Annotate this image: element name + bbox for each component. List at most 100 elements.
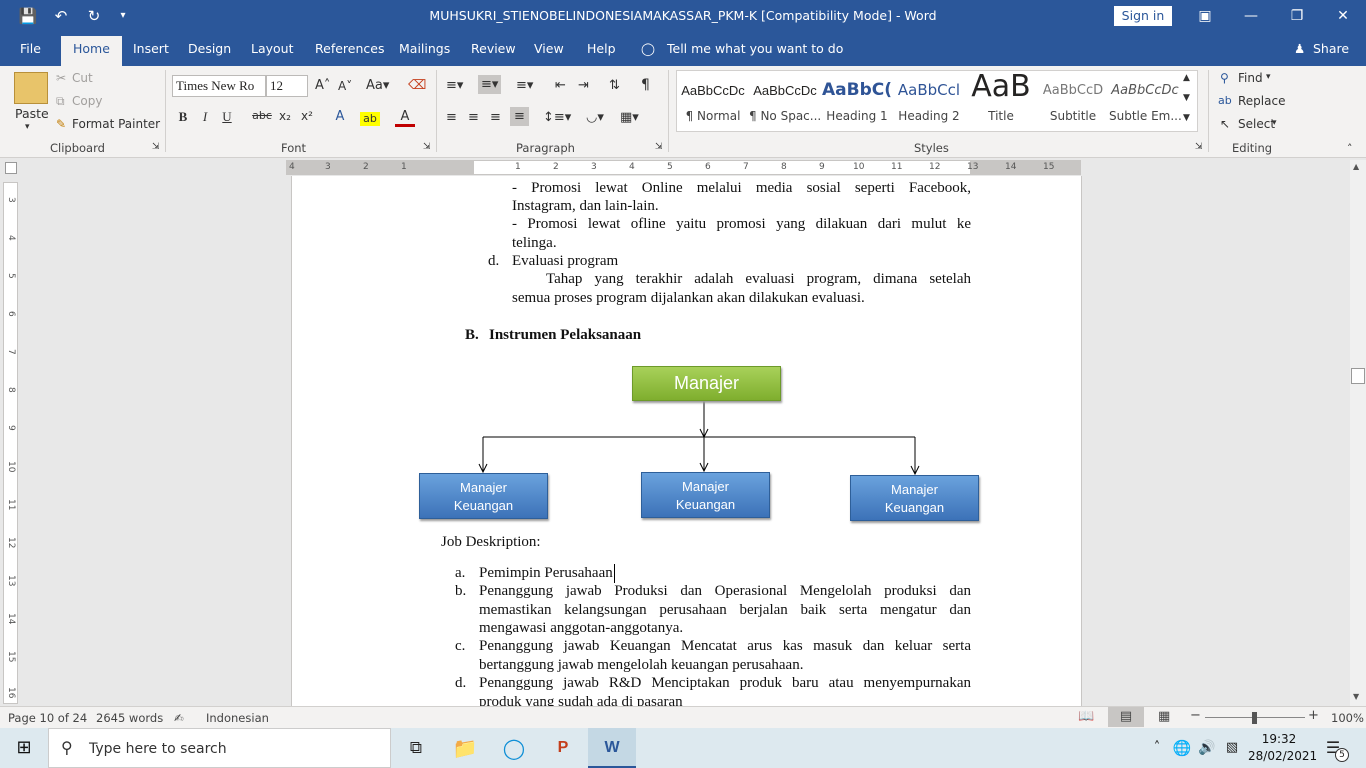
styles-launcher-icon[interactable]: ⇲ xyxy=(1195,142,1203,152)
zoom-out-icon[interactable]: − xyxy=(1190,708,1201,723)
print-layout-icon[interactable]: ▤ xyxy=(1108,707,1144,727)
shading-icon[interactable]: ◡▾ xyxy=(586,110,604,125)
task-view-icon[interactable]: ⧉ xyxy=(392,728,440,768)
tab-review[interactable]: Review xyxy=(471,41,516,56)
powerpoint-icon[interactable]: P xyxy=(539,728,587,768)
replace-button[interactable]: Replace xyxy=(1238,94,1285,108)
justify-icon[interactable]: ≡ xyxy=(510,107,529,126)
scroll-up-icon[interactable]: ▲ xyxy=(1353,162,1359,171)
replace-icon[interactable]: ab xyxy=(1218,94,1232,107)
increase-indent-icon[interactable]: ⇥ xyxy=(578,78,589,93)
paste-button[interactable]: Paste xyxy=(15,106,49,121)
align-left-icon[interactable]: ≡ xyxy=(446,110,457,125)
select-button[interactable]: Select xyxy=(1238,117,1275,131)
clear-formatting-icon[interactable]: ⌫ xyxy=(408,78,426,93)
format-painter-button[interactable]: Format Painter xyxy=(72,117,160,131)
network-icon[interactable]: 🌐 xyxy=(1170,728,1194,768)
zoom-in-icon[interactable]: + xyxy=(1308,708,1319,723)
word-count[interactable]: 2645 words xyxy=(96,711,163,725)
file-explorer-icon[interactable]: 📁 xyxy=(441,728,489,768)
underline-icon[interactable]: U xyxy=(217,109,237,125)
zoom-level[interactable]: 100% xyxy=(1331,711,1364,725)
styles-scroll-down-icon[interactable]: ▼ xyxy=(1183,93,1190,103)
style-title[interactable]: AaB Title xyxy=(965,69,1037,131)
edge-icon[interactable]: ◯ xyxy=(490,728,538,768)
font-name-input[interactable]: Times New Ro xyxy=(172,75,266,97)
clipboard-launcher-icon[interactable]: ⇲ xyxy=(152,142,160,152)
clock-date[interactable]: 28/02/2021 xyxy=(1248,749,1317,763)
decrease-indent-icon[interactable]: ⇤ xyxy=(555,78,566,93)
select-dropdown-icon[interactable]: ▾ xyxy=(1272,118,1277,128)
tab-selector[interactable] xyxy=(5,162,17,174)
line-spacing-icon[interactable]: ↕≡▾ xyxy=(543,110,571,125)
scroll-thumb[interactable] xyxy=(1351,368,1365,384)
change-case-icon[interactable]: Aa▾ xyxy=(366,78,389,93)
select-icon[interactable]: ↖ xyxy=(1220,117,1230,131)
display-icon[interactable]: ▧ xyxy=(1220,728,1244,768)
style-heading-2[interactable]: AaBbCcl Heading 2 xyxy=(893,71,965,131)
read-mode-icon[interactable]: 📖 xyxy=(1078,709,1094,724)
horizontal-ruler[interactable]: 4 3 2 1 1 2 3 4 5 6 7 8 9 10 11 12 13 14… xyxy=(286,160,1081,175)
subscript-icon[interactable]: x₂ xyxy=(275,109,295,123)
word-icon[interactable]: W xyxy=(588,728,636,768)
org-node-manajer-keuangan[interactable]: Manajer Keuangan xyxy=(419,473,548,519)
tab-references[interactable]: References xyxy=(315,41,384,56)
find-button[interactable]: Find xyxy=(1238,71,1263,85)
text-effects-icon[interactable]: A xyxy=(330,109,350,124)
numbering-icon[interactable]: ≡▾ xyxy=(478,75,502,94)
proofing-icon[interactable]: ✍ xyxy=(174,711,184,725)
restore-icon[interactable]: ❐ xyxy=(1274,0,1320,32)
highlight-icon[interactable]: ab xyxy=(360,112,380,126)
style-heading-1[interactable]: AaBbC( Heading 1 xyxy=(821,71,893,131)
paragraph-launcher-icon[interactable]: ⇲ xyxy=(655,142,663,152)
grow-font-icon[interactable]: A˄ xyxy=(315,78,330,93)
font-launcher-icon[interactable]: ⇲ xyxy=(423,142,431,152)
tell-me-search[interactable]: Tell me what you want to do xyxy=(667,41,843,56)
bold-icon[interactable]: B xyxy=(173,109,193,125)
zoom-slider-thumb[interactable] xyxy=(1252,712,1257,724)
collapse-ribbon-icon[interactable]: ˄ xyxy=(1347,142,1353,155)
document-page[interactable]: - Promosi lewat Online melalui media sos… xyxy=(291,176,1082,706)
scroll-down-icon[interactable]: ▼ xyxy=(1353,692,1359,701)
share-icon[interactable]: ♟ xyxy=(1294,41,1305,56)
styles-scroll-up-icon[interactable]: ▲ xyxy=(1183,73,1190,83)
vertical-ruler[interactable]: 3 4 5 6 7 8 9 10 11 12 13 14 15 16 xyxy=(3,182,18,704)
paste-icon[interactable] xyxy=(14,72,48,104)
borders-icon[interactable]: ▦▾ xyxy=(620,110,639,125)
tab-help[interactable]: Help xyxy=(587,41,616,56)
strikethrough-icon[interactable]: abc xyxy=(252,109,272,122)
language-indicator[interactable]: Indonesian xyxy=(206,711,269,725)
ribbon-display-icon[interactable]: ▣ xyxy=(1182,0,1228,32)
font-size-input[interactable]: 12 xyxy=(266,75,308,97)
italic-icon[interactable]: I xyxy=(195,109,215,125)
tab-insert[interactable]: Insert xyxy=(133,41,169,56)
org-node-manajer-keuangan[interactable]: Manajer Keuangan xyxy=(850,475,979,521)
share-button[interactable]: Share xyxy=(1313,41,1349,56)
web-layout-icon[interactable]: ▦ xyxy=(1158,709,1170,724)
style-no-spacing[interactable]: AaBbCcDc ¶ No Spac... xyxy=(749,71,821,131)
clock-time[interactable]: 19:32 xyxy=(1250,732,1308,746)
styles-more-icon[interactable]: ▼ xyxy=(1183,113,1190,123)
style-subtitle[interactable]: AaBbCcD Subtitle xyxy=(1037,71,1109,131)
tab-mailings[interactable]: Mailings xyxy=(399,41,450,56)
minimize-icon[interactable]: — xyxy=(1228,0,1274,32)
find-dropdown-icon[interactable]: ▾ xyxy=(1266,72,1271,82)
style-subtle-emphasis[interactable]: AaBbCcDc Subtle Em... xyxy=(1109,71,1181,131)
org-node-manajer-keuangan[interactable]: Manajer Keuangan xyxy=(641,472,770,518)
page-count[interactable]: Page 10 of 24 xyxy=(8,711,87,725)
vertical-scrollbar[interactable]: ▲ ▼ xyxy=(1350,160,1366,706)
format-painter-icon[interactable]: ✎ xyxy=(56,117,66,131)
tab-home[interactable]: Home xyxy=(61,36,122,66)
tab-layout[interactable]: Layout xyxy=(251,41,294,56)
tab-file[interactable]: File xyxy=(20,41,41,56)
tab-view[interactable]: View xyxy=(534,41,564,56)
volume-icon[interactable]: 🔊 xyxy=(1195,728,1219,768)
paste-dropdown-icon[interactable]: ▾ xyxy=(25,122,30,132)
find-icon[interactable]: ⚲ xyxy=(1220,71,1229,85)
taskbar-search-box[interactable]: ⚲ Type here to search xyxy=(48,728,391,768)
shrink-font-icon[interactable]: A˅ xyxy=(338,79,352,93)
font-color-icon[interactable]: A xyxy=(395,109,415,127)
align-right-icon[interactable]: ≡ xyxy=(490,110,501,125)
align-center-icon[interactable]: ≡ xyxy=(468,110,479,125)
close-icon[interactable]: ✕ xyxy=(1320,0,1366,32)
